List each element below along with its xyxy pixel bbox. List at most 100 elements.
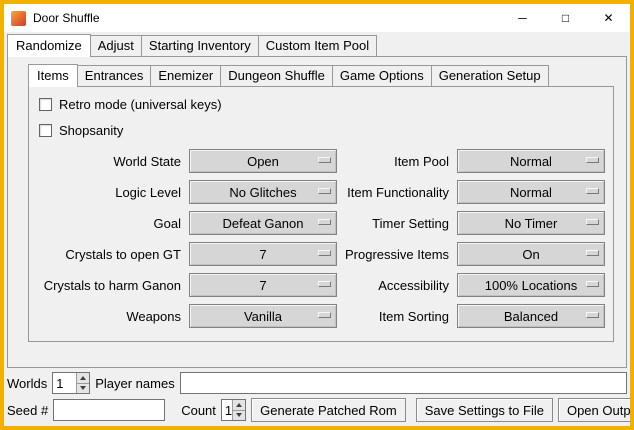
worlds-label: Worlds [7, 376, 47, 391]
item-pool-value: Normal [510, 154, 552, 169]
count-value: 1 [222, 400, 232, 420]
checkbox-icon [39, 124, 52, 137]
crystals-open-gt-value: 7 [259, 247, 266, 262]
count-spinner[interactable]: 1 [221, 399, 246, 421]
crystals-open-gt-label: Crystals to open GT [35, 247, 181, 262]
spin-down-icon[interactable] [77, 383, 89, 394]
dropdown-indicator-icon [586, 188, 599, 194]
window-title: Door Shuffle [33, 11, 501, 25]
item-functionality-value: Normal [510, 185, 552, 200]
tab-randomize[interactable]: Randomize [7, 34, 91, 57]
tab-generation-setup[interactable]: Generation Setup [431, 65, 549, 86]
dropdown-indicator-icon [586, 312, 599, 318]
tab-enemizer[interactable]: Enemizer [150, 65, 221, 86]
items-panel: Retro mode (universal keys) Shopsanity W… [28, 86, 614, 342]
tab-game-options[interactable]: Game Options [332, 65, 432, 86]
player-names-label: Player names [95, 376, 174, 391]
spin-up-icon[interactable] [77, 373, 89, 383]
options-grid: World State Open Item Pool Normal Logic … [35, 149, 607, 328]
goal-label: Goal [35, 216, 181, 231]
spin-up-icon[interactable] [233, 400, 245, 410]
randomize-panel: Items Entrances Enemizer Dungeon Shuffle… [7, 56, 627, 368]
dropdown-indicator-icon [586, 281, 599, 287]
dropdown-indicator-icon [318, 157, 331, 163]
maximize-icon: □ [562, 12, 569, 24]
seed-input[interactable] [53, 399, 165, 421]
timer-setting-label: Timer Setting [345, 216, 449, 231]
seed-row: Seed # Count 1 Generate Patched Rom Save… [7, 398, 627, 422]
tab-starting-inventory[interactable]: Starting Inventory [141, 35, 259, 56]
close-icon: ✕ [603, 12, 613, 24]
dropdown-indicator-icon [318, 188, 331, 194]
weapons-value: Vanilla [244, 309, 282, 324]
progressive-items-value: On [522, 247, 539, 262]
maximize-button[interactable]: □ [544, 4, 587, 32]
spinner-buttons [232, 400, 245, 420]
shopsanity-label: Shopsanity [59, 123, 123, 138]
goal-dropdown[interactable]: Defeat Ganon [189, 211, 337, 235]
logic-level-dropdown[interactable]: No Glitches [189, 180, 337, 204]
seed-label: Seed # [7, 403, 48, 418]
world-state-label: World State [35, 154, 181, 169]
accessibility-dropdown[interactable]: 100% Locations [457, 273, 605, 297]
title-bar[interactable]: Door Shuffle ─ □ ✕ [4, 4, 630, 32]
crystals-harm-ganon-dropdown[interactable]: 7 [189, 273, 337, 297]
crystals-harm-ganon-label: Crystals to harm Ganon [35, 278, 181, 293]
item-functionality-label: Item Functionality [345, 185, 449, 200]
accessibility-value: 100% Locations [485, 278, 578, 293]
window-controls: ─ □ ✕ [501, 4, 630, 32]
dropdown-indicator-icon [586, 157, 599, 163]
world-state-dropdown[interactable]: Open [189, 149, 337, 173]
weapons-dropdown[interactable]: Vanilla [189, 304, 337, 328]
timer-setting-value: No Timer [505, 216, 558, 231]
shopsanity-checkbox[interactable]: Shopsanity [39, 119, 607, 141]
progressive-items-dropdown[interactable]: On [457, 242, 605, 266]
inner-tab-bar: Items Entrances Enemizer Dungeon Shuffle… [28, 64, 626, 86]
dropdown-indicator-icon [318, 312, 331, 318]
goal-value: Defeat Ganon [223, 216, 304, 231]
checkbox-icon [39, 98, 52, 111]
close-button[interactable]: ✕ [587, 4, 630, 32]
worlds-row: Worlds 1 Player names [7, 372, 627, 394]
minimize-button[interactable]: ─ [501, 4, 544, 32]
logic-level-value: No Glitches [229, 185, 296, 200]
crystals-open-gt-dropdown[interactable]: 7 [189, 242, 337, 266]
dropdown-indicator-icon [586, 219, 599, 225]
item-sorting-value: Balanced [504, 309, 558, 324]
open-output-directory-button[interactable]: Open Output Directory [558, 398, 634, 422]
dropdown-indicator-icon [586, 250, 599, 256]
worlds-value: 1 [53, 373, 76, 393]
worlds-spinner[interactable]: 1 [52, 372, 90, 394]
weapons-label: Weapons [35, 309, 181, 324]
dropdown-indicator-icon [318, 250, 331, 256]
item-pool-dropdown[interactable]: Normal [457, 149, 605, 173]
tab-dungeon-shuffle[interactable]: Dungeon Shuffle [220, 65, 333, 86]
save-settings-button[interactable]: Save Settings to File [416, 398, 553, 422]
tab-adjust[interactable]: Adjust [90, 35, 142, 56]
client-area: Randomize Adjust Starting Inventory Cust… [4, 32, 630, 426]
tab-custom-item-pool[interactable]: Custom Item Pool [258, 35, 377, 56]
item-pool-label: Item Pool [345, 154, 449, 169]
tab-items[interactable]: Items [28, 64, 78, 87]
outer-tab-bar: Randomize Adjust Starting Inventory Cust… [7, 34, 627, 56]
player-names-input[interactable] [180, 372, 627, 394]
dropdown-indicator-icon [318, 281, 331, 287]
accessibility-label: Accessibility [345, 278, 449, 293]
retro-mode-checkbox[interactable]: Retro mode (universal keys) [39, 93, 607, 115]
item-sorting-label: Item Sorting [345, 309, 449, 324]
door-shuffle-window: Door Shuffle ─ □ ✕ Randomize Adjust Star… [0, 0, 634, 430]
world-state-value: Open [247, 154, 279, 169]
tab-entrances[interactable]: Entrances [77, 65, 152, 86]
item-functionality-dropdown[interactable]: Normal [457, 180, 605, 204]
logic-level-label: Logic Level [35, 185, 181, 200]
timer-setting-dropdown[interactable]: No Timer [457, 211, 605, 235]
progressive-items-label: Progressive Items [345, 247, 449, 262]
crystals-harm-ganon-value: 7 [259, 278, 266, 293]
spin-down-icon[interactable] [233, 410, 245, 421]
item-sorting-dropdown[interactable]: Balanced [457, 304, 605, 328]
count-label: Count [181, 403, 216, 418]
retro-mode-label: Retro mode (universal keys) [59, 97, 222, 112]
minimize-icon: ─ [518, 12, 527, 24]
generate-patched-rom-button[interactable]: Generate Patched Rom [251, 398, 406, 422]
app-icon [11, 11, 26, 26]
